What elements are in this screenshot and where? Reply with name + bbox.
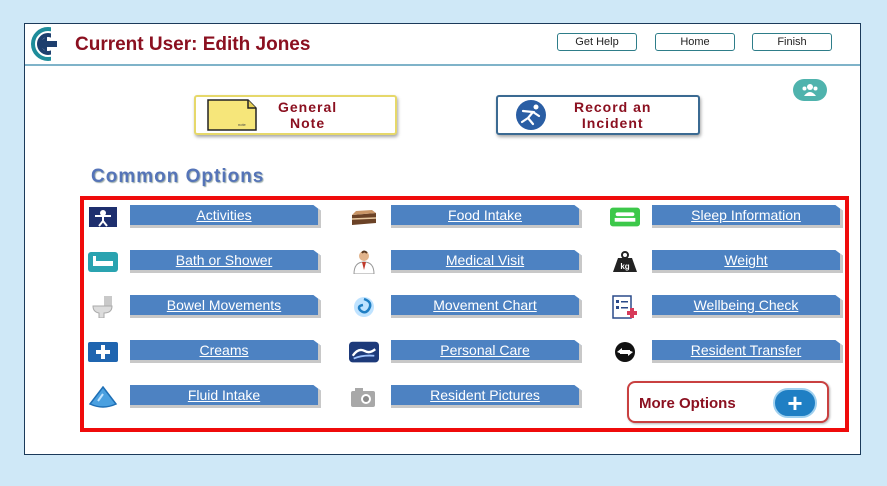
camera-icon	[349, 387, 379, 407]
cake-icon	[349, 207, 379, 227]
doctor-icon	[349, 250, 379, 274]
general-note-button[interactable]: note General Note	[194, 95, 397, 135]
general-note-label: General Note	[278, 99, 338, 131]
activities-button[interactable]: Activities	[130, 205, 321, 228]
personal-care-button[interactable]: Personal Care	[391, 340, 582, 363]
kg-weight-icon: kg	[610, 251, 640, 272]
creams-button[interactable]: Creams	[130, 340, 321, 363]
record-incident-label: Record an Incident	[574, 99, 652, 131]
plus-icon: +	[773, 388, 817, 418]
common-options-title: Common Options	[91, 166, 265, 187]
transfer-arrows-icon	[610, 342, 640, 362]
app-logo-icon	[31, 27, 65, 61]
resident-transfer-button[interactable]: Resident Transfer	[652, 340, 843, 363]
get-help-button[interactable]: Get Help	[557, 33, 637, 51]
group-users-icon[interactable]	[793, 79, 827, 101]
resident-pictures-button[interactable]: Resident Pictures	[391, 385, 582, 408]
svg-text:kg: kg	[620, 262, 629, 271]
falling-person-icon	[516, 100, 546, 130]
bowel-movements-button[interactable]: Bowel Movements	[130, 295, 321, 318]
movement-chart-button[interactable]: Movement Chart	[391, 295, 582, 318]
swirl-icon	[349, 297, 379, 317]
current-user-title: Current User: Edith Jones	[75, 34, 311, 55]
record-incident-button[interactable]: Record an Incident	[496, 95, 700, 135]
toilet-icon	[88, 296, 118, 318]
note-paper-icon: note	[207, 99, 257, 131]
header-bar: Current User: Edith Jones Get Help Home …	[25, 24, 860, 66]
weight-button[interactable]: Weight	[652, 250, 843, 273]
more-options-button[interactable]: More Options +	[627, 381, 829, 423]
food-intake-button[interactable]: Food Intake	[391, 205, 582, 228]
first-aid-icon	[88, 342, 118, 362]
bed-icon	[610, 207, 640, 227]
wellbeing-check-button[interactable]: Wellbeing Check	[652, 295, 843, 318]
medical-visit-button[interactable]: Medical Visit	[391, 250, 582, 273]
activities-icon	[88, 207, 118, 227]
app-frame: Current User: Edith Jones Get Help Home …	[24, 23, 861, 455]
users-glyph-icon	[802, 84, 818, 96]
svg-text:note: note	[238, 122, 247, 127]
fluid-intake-button[interactable]: Fluid Intake	[130, 385, 321, 408]
finish-button[interactable]: Finish	[752, 33, 832, 51]
water-drop-icon	[88, 386, 118, 408]
more-options-label: More Options	[639, 395, 736, 412]
home-button[interactable]: Home	[655, 33, 735, 51]
bath-icon	[88, 252, 118, 272]
bath-or-shower-button[interactable]: Bath or Shower	[130, 250, 321, 273]
checklist-icon	[610, 295, 640, 319]
hands-icon	[349, 341, 379, 363]
sleep-information-button[interactable]: Sleep Information	[652, 205, 843, 228]
